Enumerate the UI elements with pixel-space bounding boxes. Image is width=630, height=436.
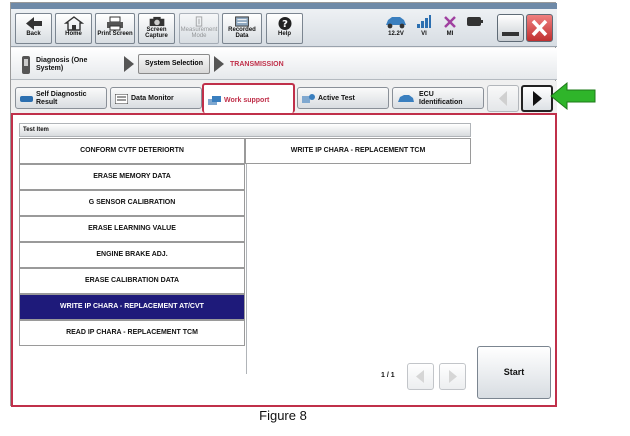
tab-work-support[interactable]: Work support — [202, 83, 295, 113]
vi-device-icon — [22, 56, 30, 74]
mi-text: MI — [446, 31, 454, 37]
test-item-header: Test Item — [19, 123, 471, 137]
print-screen-button[interactable]: Print Screen — [95, 13, 135, 44]
ecu-identification-icon — [398, 95, 414, 102]
tab-self-diag-line2: Result — [36, 99, 58, 106]
tab-data-monitor-label: Data Monitor — [131, 95, 174, 102]
breadcrumb-arrow-icon — [124, 56, 134, 72]
arrow-left-icon — [499, 91, 507, 106]
breadcrumb-diagnosis[interactable]: Diagnosis (One System) — [36, 57, 87, 73]
test-item[interactable]: WRITE IP CHARA - REPLACEMENT TCM — [245, 138, 471, 164]
tab-work-support-label: Work support — [224, 97, 270, 104]
tab-data-monitor[interactable]: Data Monitor — [110, 87, 202, 109]
tab-ecu-line1: ECU — [419, 91, 434, 98]
close-button[interactable] — [526, 14, 553, 42]
toolbar: Back Home Print Screen Screen Capture Me… — [11, 9, 557, 47]
page-next-button[interactable] — [439, 363, 466, 390]
self-diagnostic-icon — [20, 96, 33, 102]
tab-bar: Self Diagnostic Result Data Monitor Work… — [11, 81, 557, 115]
test-item-column-2 — [246, 138, 472, 374]
consult-screen: Back Home Print Screen Screen Capture Me… — [10, 2, 557, 407]
measurement-label-2: Mode — [191, 33, 207, 39]
test-item[interactable]: ERASE MEMORY DATA — [19, 164, 245, 190]
test-item[interactable]: ERASE LEARNING VALUE — [19, 216, 245, 242]
screen-capture-label-2: Capture — [145, 33, 168, 39]
tab-active-test-label: Active Test — [318, 95, 355, 102]
tab-self-diagnostic-result[interactable]: Self Diagnostic Result — [15, 87, 107, 109]
breadcrumb: Diagnosis (One System) System Selection … — [11, 48, 557, 80]
tab-ecu-line2: Identification — [419, 99, 463, 106]
page-prev-button[interactable] — [407, 363, 434, 390]
recorded-label-2: Data — [235, 33, 249, 39]
help-icon: ? — [278, 17, 291, 30]
tab-self-diag-line1: Self Diagnostic — [36, 91, 87, 98]
voltage-text: 12.2V — [388, 31, 404, 37]
home-label: Home — [65, 31, 82, 37]
close-icon — [531, 19, 548, 37]
screen-capture-button[interactable]: Screen Capture — [138, 13, 175, 44]
mi-status: MI — [441, 15, 459, 37]
camera-icon — [149, 16, 164, 27]
arrow-right-icon — [533, 91, 542, 106]
active-test-icon — [302, 94, 315, 103]
minimize-button[interactable] — [497, 14, 524, 42]
test-item[interactable]: CONFORM CVTF DETERIORTN — [19, 138, 245, 164]
data-monitor-icon — [115, 94, 128, 104]
measurement-icon — [195, 16, 203, 27]
car-icon — [386, 17, 406, 29]
arrow-right-icon — [449, 370, 457, 383]
measurement-mode-button[interactable]: Measurement Mode — [179, 13, 219, 44]
back-label: Back — [26, 31, 41, 37]
tab-active-test[interactable]: Active Test — [297, 87, 389, 109]
breadcrumb-arrow-icon — [214, 56, 224, 72]
battery-status: 12.2V — [383, 15, 409, 37]
test-item[interactable]: ENGINE BRAKE ADJ. — [19, 242, 245, 268]
breadcrumb-system-selection[interactable]: System Selection — [138, 54, 210, 74]
tab-scroll-left-button[interactable] — [487, 85, 519, 112]
print-screen-label: Print Screen — [97, 31, 133, 37]
test-item[interactable]: ERASE CALIBRATION DATA — [19, 268, 245, 294]
arrow-left-icon — [416, 370, 424, 383]
recorded-data-button[interactable]: Recorded Data — [222, 13, 262, 44]
work-support-panel: Test Item CONFORM CVTF DETERIORTN ERASE … — [11, 113, 557, 407]
signal-icon — [417, 15, 431, 28]
help-label: Help — [277, 31, 291, 37]
work-support-icon — [208, 96, 221, 105]
start-button[interactable]: Start — [477, 346, 551, 399]
breadcrumb-diagnosis-line1: Diagnosis (One — [36, 57, 88, 64]
recorded-data-icon — [235, 16, 249, 27]
mi-x-icon — [444, 16, 456, 28]
tab-ecu-identification[interactable]: ECU Identification — [392, 87, 484, 109]
test-item[interactable]: G SENSOR CALIBRATION — [19, 190, 245, 216]
breadcrumb-transmission: TRANSMISSION — [230, 61, 284, 68]
test-item-selected[interactable]: WRITE IP CHARA - REPLACEMENT AT/CVT — [19, 294, 245, 320]
svg-text:?: ? — [282, 19, 288, 30]
battery-indicator-icon — [467, 17, 483, 26]
green-arrow-annotation-icon — [550, 81, 596, 111]
vi-status: VI — [415, 15, 433, 37]
breadcrumb-diagnosis-line2: System) — [36, 65, 64, 72]
figure-caption: Figure 8 — [259, 408, 307, 423]
printer-icon — [107, 16, 123, 31]
vi-text: VI — [421, 31, 427, 37]
help-button[interactable]: ? Help — [266, 13, 303, 44]
home-button[interactable]: Home — [55, 13, 92, 44]
minimize-icon — [502, 32, 519, 36]
home-icon — [63, 16, 84, 31]
test-item[interactable]: READ IP CHARA - REPLACEMENT TCM — [19, 320, 245, 346]
back-button[interactable]: Back — [15, 13, 52, 44]
page-indicator: 1 / 1 — [381, 372, 395, 379]
back-arrow-icon — [25, 17, 42, 30]
